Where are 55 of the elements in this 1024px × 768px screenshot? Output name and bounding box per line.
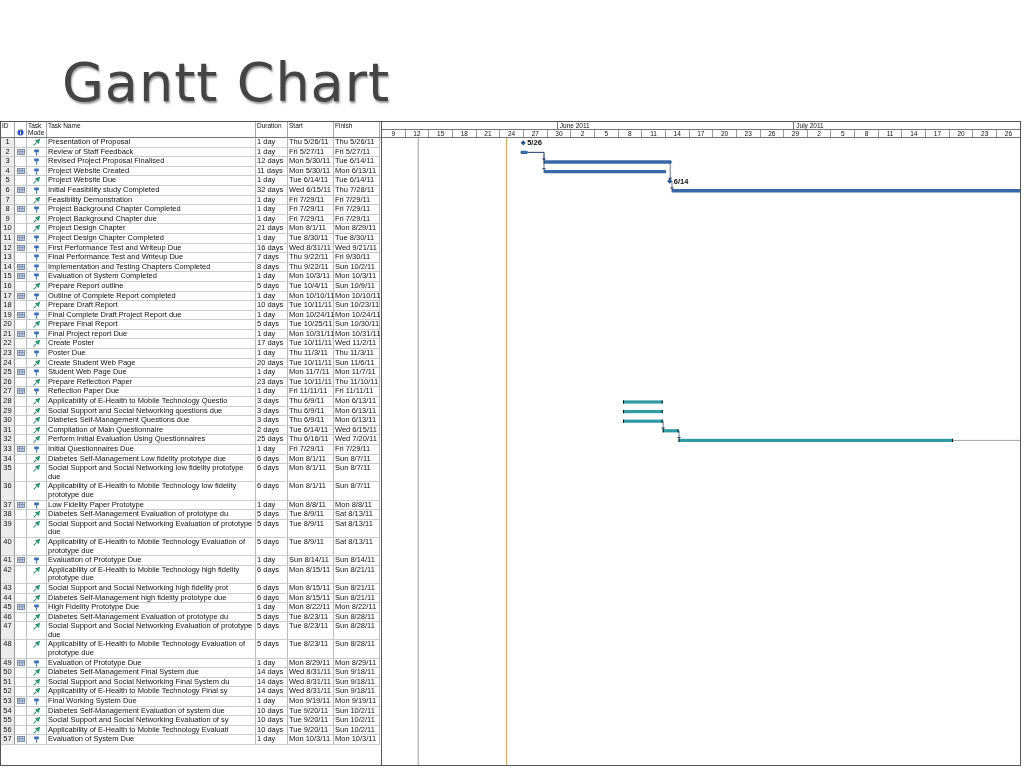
pin-arrow-icon (33, 538, 40, 546)
pin-arrow-icon (33, 707, 40, 715)
pin-arrow-icon (33, 623, 40, 631)
pin-arrow-icon (33, 196, 40, 204)
pin-arrow-icon (33, 282, 40, 290)
pin-arrow-icon (33, 321, 40, 329)
pushpin-icon (33, 234, 40, 242)
dependency-arrow (677, 430, 682, 440)
pin-arrow-icon (33, 436, 40, 444)
pushpin-icon (33, 659, 40, 667)
pushpin-icon (33, 501, 40, 509)
pin-arrow-icon (33, 483, 40, 491)
pushpin-icon (33, 369, 40, 377)
pushpin-icon (33, 311, 40, 319)
dependency-arrow (661, 420, 666, 430)
pushpin-icon (33, 604, 40, 612)
slide-title: Gantt Chart (61, 50, 392, 116)
pin-arrow-icon (33, 378, 40, 386)
pin-arrow-icon (33, 302, 40, 310)
pin-arrow-icon (33, 613, 40, 621)
pin-arrow-icon (33, 225, 40, 233)
slack-line (952, 440, 1020, 441)
pushpin-icon (33, 148, 40, 156)
pin-arrow-icon (33, 641, 40, 649)
task-bar (622, 419, 663, 423)
pushpin-icon (33, 446, 40, 453)
milestone-icon (520, 140, 526, 146)
pushpin-icon (33, 244, 40, 252)
pushpin-icon (33, 292, 40, 300)
task-bar (622, 400, 663, 404)
pin-arrow-icon (33, 594, 40, 602)
pin-arrow-icon (33, 465, 40, 473)
pin-arrow-icon (33, 359, 40, 367)
info-icon (17, 129, 24, 136)
pushpin-icon (33, 557, 40, 565)
pushpin-icon (33, 388, 40, 396)
pin-arrow-icon (33, 340, 40, 348)
pin-arrow-icon (33, 566, 40, 574)
milestone-icon (667, 178, 673, 184)
task-bar (662, 429, 679, 433)
task-bar (622, 410, 663, 414)
pushpin-icon (33, 736, 40, 744)
pushpin-icon (33, 273, 40, 281)
pin-arrow-icon (33, 139, 40, 146)
pin-arrow-icon (33, 455, 40, 463)
pushpin-icon (33, 186, 40, 194)
pin-arrow-icon (33, 584, 40, 592)
pushpin-icon (33, 698, 40, 706)
task-bar (520, 150, 528, 155)
pushpin-icon (33, 206, 40, 214)
pin-arrow-icon (33, 688, 40, 696)
pin-arrow-icon (33, 177, 40, 185)
pushpin-icon (33, 330, 40, 338)
pushpin-icon (33, 350, 40, 358)
pin-arrow-icon (33, 215, 40, 223)
